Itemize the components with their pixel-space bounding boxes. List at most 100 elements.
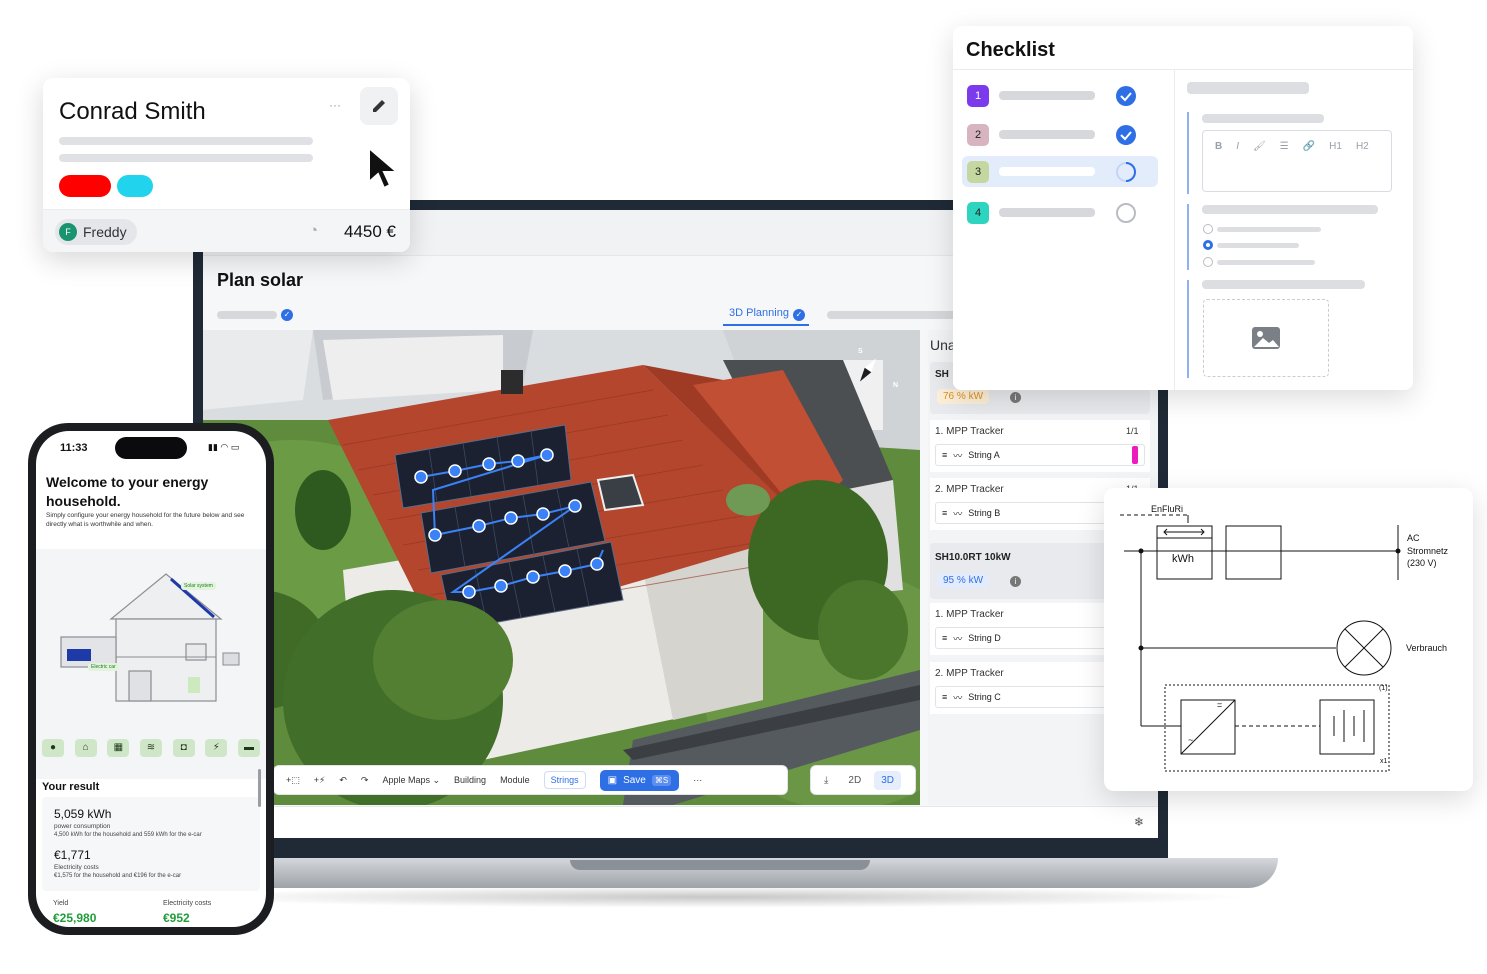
group-count-label: (1)	[1379, 685, 1388, 692]
step-3-placeholder[interactable]	[827, 311, 957, 319]
list-icon[interactable]: ☰	[1280, 141, 1289, 152]
item-label-placeholder	[999, 167, 1095, 176]
status-icons: ▮▮ ◠ ▭	[208, 442, 240, 452]
home-icon[interactable]: ⌂	[74, 739, 97, 757]
solar-system-tag[interactable]: Solar system	[181, 582, 216, 590]
scrollbar[interactable]	[258, 769, 261, 807]
undo-icon[interactable]: ↶	[339, 775, 347, 786]
image-upload-area[interactable]	[1203, 299, 1329, 377]
item-number: 2	[967, 124, 989, 146]
map-source-label: Apple Maps	[382, 774, 430, 785]
enfluri-label: EnFluRi	[1151, 504, 1184, 514]
ac-label: AC	[1407, 533, 1420, 543]
solar-icon[interactable]: ▦	[107, 739, 130, 757]
more-options-button[interactable]: ···	[693, 775, 702, 785]
more-options-icon[interactable]: ···	[329, 98, 341, 112]
phone-screen: 11:33 ▮▮ ◠ ▭ Welcome to your energy hous…	[36, 431, 266, 927]
link-icon[interactable]: 🔗	[1303, 141, 1315, 152]
string-a-label: String A	[968, 450, 1000, 460]
checklist-title: Checklist	[966, 39, 1055, 61]
h1-button[interactable]: H1	[1329, 141, 1342, 152]
panel-header: Una	[930, 337, 956, 353]
check-circle-icon[interactable]	[1115, 85, 1137, 107]
section-marker	[1187, 280, 1189, 378]
charger-icon[interactable]: ⚡	[205, 739, 228, 757]
planning-toolbar: +⬚ +⚡ ↶ ↷ Apple Maps ⌄ Building Module S…	[273, 765, 788, 795]
save-button[interactable]: ▣ Save ⌘S	[599, 769, 680, 791]
building-tab[interactable]: Building	[454, 775, 486, 785]
rich-text-editor[interactable]: B I 🖌 ☰ 🔗 H1 H2	[1202, 130, 1392, 192]
detail-placeholder-2	[59, 154, 313, 162]
contact-card[interactable]: Conrad Smith ··· F Freddy ◔ 4450 €	[43, 78, 410, 252]
cost-label: Electricity costs	[54, 864, 99, 871]
radio-option-3[interactable]	[1203, 257, 1213, 267]
add-area-button[interactable]: +⬚	[286, 775, 300, 786]
compass-south-label: S	[858, 348, 863, 355]
timer-icon: ◔	[309, 222, 319, 239]
checklist-item-1[interactable]: 1	[963, 81, 1158, 111]
car-icon[interactable]: ◘	[172, 739, 195, 757]
download-icon[interactable]: ⤓	[817, 771, 835, 790]
step-3d-planning[interactable]: 3D Planning	[729, 307, 789, 319]
radio-label-placeholder	[1217, 227, 1321, 232]
pin-icon[interactable]: ●	[42, 739, 64, 757]
page-title: Plan solar	[217, 270, 304, 290]
string-a-row[interactable]: ≡ 〰 String A	[935, 444, 1145, 466]
drag-handle-icon[interactable]: ≡	[942, 508, 947, 518]
step-1-placeholder[interactable]	[217, 311, 277, 319]
chevron-down-icon: ⌄	[432, 774, 441, 785]
module-tab[interactable]: Module	[500, 775, 530, 785]
yield-label: Yield	[53, 900, 69, 907]
empty-circle-icon[interactable]	[1115, 202, 1137, 224]
drag-handle-icon[interactable]: ≡	[942, 450, 947, 460]
yield-value: €25,980	[53, 911, 97, 925]
drag-handle-icon[interactable]: ≡	[942, 692, 947, 702]
house-drawing	[60, 573, 240, 702]
edit-button[interactable]	[360, 87, 398, 125]
checklist-item-4[interactable]: 4	[963, 198, 1158, 228]
drag-handle-icon[interactable]: ≡	[942, 633, 947, 643]
tracker-3-label: 1. MPP Tracker	[935, 609, 1004, 620]
italic-button[interactable]: I	[1236, 141, 1239, 152]
info-icon[interactable]: i	[1010, 392, 1021, 403]
assignee-name: Freddy	[83, 224, 127, 240]
redo-icon[interactable]: ↷	[361, 775, 369, 786]
string-icon: 〰	[953, 633, 963, 644]
radio-option-2[interactable]	[1203, 240, 1213, 250]
check-circle-icon[interactable]	[1115, 124, 1137, 146]
checklist-panel: Checklist 1 2 3 4 B I 🖌 ☰ 🔗 H1 H2	[953, 26, 1413, 390]
voltage-label: (230 V)	[1407, 558, 1437, 568]
checklist-item-2[interactable]: 2	[963, 120, 1158, 150]
view-3d-button[interactable]: 3D	[874, 770, 902, 790]
add-power-button[interactable]: +⚡	[314, 775, 326, 786]
info-icon[interactable]: i	[1010, 576, 1021, 587]
tracker-card-1: 1. MPP Tracker 1/1 ≡ 〰 String A	[930, 420, 1150, 472]
tag-cyan[interactable]	[117, 175, 153, 197]
tag-red[interactable]	[59, 175, 111, 197]
map-source-dropdown[interactable]: Apple Maps ⌄	[382, 775, 440, 786]
strings-tab[interactable]: Strings	[543, 771, 586, 789]
view-2d-button[interactable]: 2D	[841, 771, 868, 790]
settings-icon[interactable]: ❄	[1134, 815, 1144, 829]
h2-button[interactable]: H2	[1356, 141, 1369, 152]
step-3d-check-icon: ✓	[793, 309, 805, 321]
3d-viewport[interactable]: S N +⬚ +⚡ ↶ ↷ Apple Maps ⌄ Building Modu…	[203, 330, 920, 805]
battery-icon[interactable]: ▬	[237, 739, 260, 757]
electric-car-tag[interactable]: Electric car	[88, 663, 119, 671]
heat-icon[interactable]: ≋	[139, 739, 162, 757]
detail-placeholder-1	[59, 137, 313, 145]
assignee-chip[interactable]: F Freddy	[55, 219, 137, 245]
item-label-placeholder	[999, 91, 1095, 100]
loading-spinner-icon	[1116, 162, 1136, 182]
item-number: 4	[967, 202, 989, 224]
bold-button[interactable]: B	[1215, 141, 1222, 152]
radio-option-1[interactable]	[1203, 224, 1213, 234]
string-icon: 〰	[953, 692, 963, 703]
contact-name: Conrad Smith	[59, 98, 206, 125]
paint-icon[interactable]: 🖌	[1253, 141, 1266, 152]
electricity-cost-label: Electricity costs	[163, 900, 212, 907]
house-illustration[interactable]: Solar system Electric car ● ⌂ ▦ ≋ ◘ ⚡ ▬	[36, 549, 266, 779]
checklist-item-3[interactable]: 3	[963, 157, 1158, 187]
detail-title-placeholder	[1187, 82, 1309, 94]
tracker-1-count: 1/1	[1126, 426, 1139, 436]
